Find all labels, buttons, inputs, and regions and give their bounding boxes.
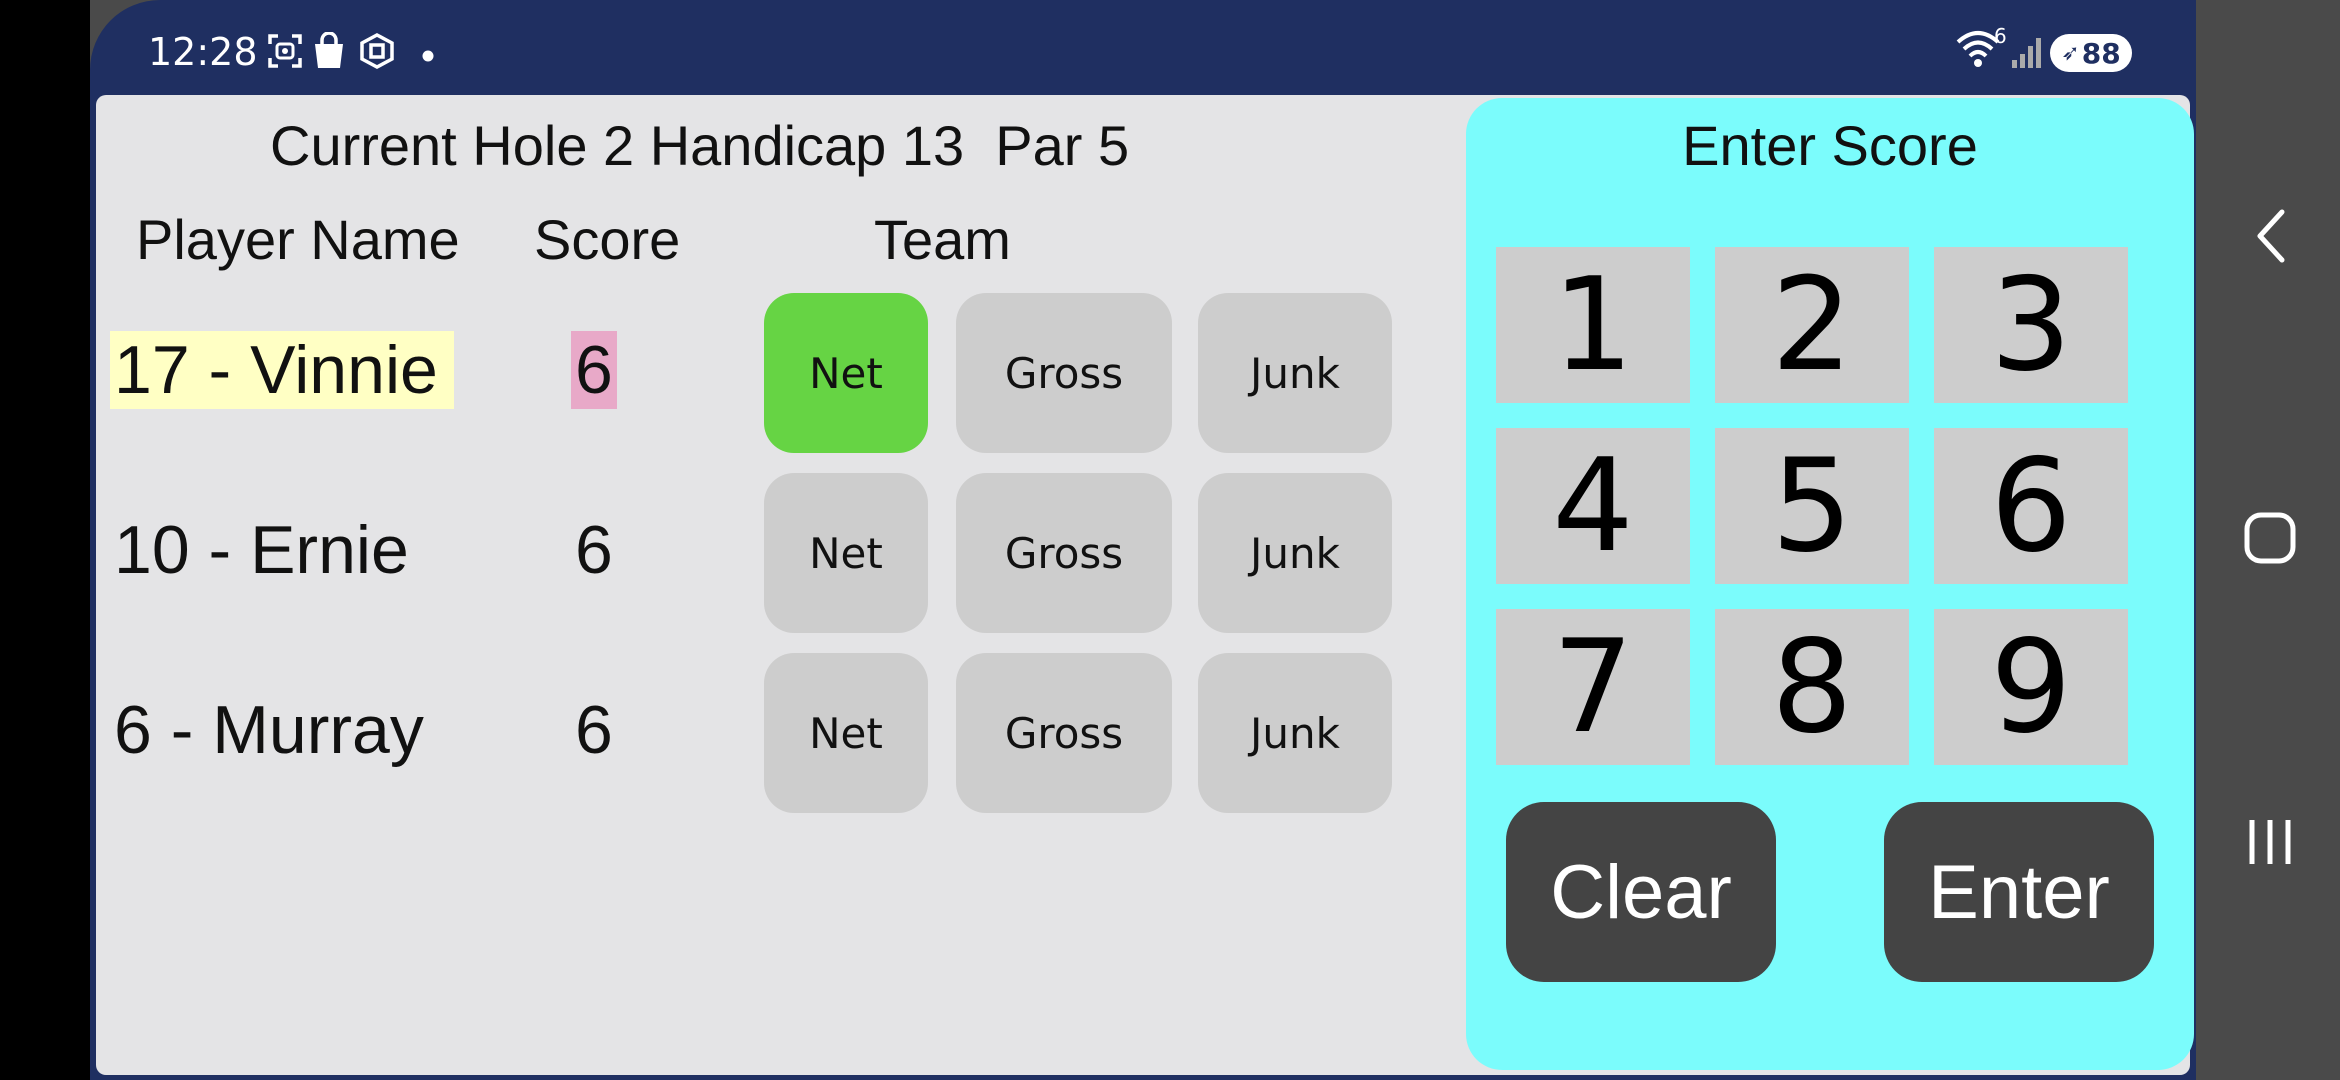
player-name-murray[interactable]: 6 - Murray [110, 691, 428, 769]
key-3[interactable]: 3 [1934, 247, 2128, 403]
key-4[interactable]: 4 [1496, 428, 1690, 584]
key-8[interactable]: 8 [1715, 609, 1909, 765]
battery-saver-icon: ➶ [2061, 40, 2080, 66]
hole-info-title: Current Hole 2 Handicap 13 Par 5 [270, 114, 1130, 177]
key-2[interactable]: 2 [1715, 247, 1909, 403]
team-gross-button-vinnie[interactable]: Gross [956, 293, 1172, 453]
store-icon [358, 32, 396, 74]
battery-indicator: ➶ 88 [2050, 34, 2132, 72]
team-junk-button-ernie[interactable]: Junk [1198, 473, 1392, 633]
signal-icon [2010, 34, 2046, 74]
wifi-badge: 6 [1994, 24, 2007, 48]
team-net-button-ernie[interactable]: Net [764, 473, 928, 633]
device-screen: 12:28 6 ➶ 88 Current Hole 2 Handicap 13 … [90, 0, 2196, 1080]
team-header: Team [874, 208, 1011, 271]
recents-icon[interactable] [2246, 816, 2294, 873]
team-gross-button-ernie[interactable]: Gross [956, 473, 1172, 633]
player-score-vinnie[interactable]: 6 [571, 331, 617, 409]
key-9[interactable]: 9 [1934, 609, 2128, 765]
team-net-button-vinnie[interactable]: Net [764, 293, 928, 453]
clear-button[interactable]: Clear [1506, 802, 1776, 982]
keypad-title: Enter Score [1682, 114, 1978, 177]
notification-dot-icon [422, 47, 434, 66]
screenshot-icon [266, 32, 304, 74]
enter-button[interactable]: Enter [1884, 802, 2154, 982]
player-score-ernie[interactable]: 6 [571, 511, 617, 589]
player-name-ernie[interactable]: 10 - Ernie [110, 511, 413, 589]
back-icon[interactable] [2252, 208, 2292, 269]
team-net-button-murray[interactable]: Net [764, 653, 928, 813]
scorecard-app: Current Hole 2 Handicap 13 Par 5 Player … [96, 95, 2194, 1075]
score-keypad-panel: Enter Score 1 2 3 4 5 6 7 8 9 Clear Ente… [1466, 98, 2194, 1070]
key-6[interactable]: 6 [1934, 428, 2128, 584]
device-bezel [0, 0, 90, 1080]
player-score-murray[interactable]: 6 [571, 691, 617, 769]
score-header: Score [534, 208, 681, 271]
team-gross-button-murray[interactable]: Gross [956, 653, 1172, 813]
battery-level: 88 [2081, 36, 2121, 70]
status-time: 12:28 [148, 30, 258, 74]
player-name-header: Player Name [136, 208, 460, 271]
key-1[interactable]: 1 [1496, 247, 1690, 403]
status-bar: 12:28 6 ➶ 88 [90, 0, 2196, 95]
team-junk-button-murray[interactable]: Junk [1198, 653, 1392, 813]
team-junk-button-vinnie[interactable]: Junk [1198, 293, 1392, 453]
player-name-vinnie[interactable]: 17 - Vinnie [110, 331, 454, 409]
shopping-bag-icon [312, 31, 346, 74]
key-5[interactable]: 5 [1715, 428, 1909, 584]
key-7[interactable]: 7 [1496, 609, 1690, 765]
home-icon[interactable] [2244, 512, 2296, 569]
